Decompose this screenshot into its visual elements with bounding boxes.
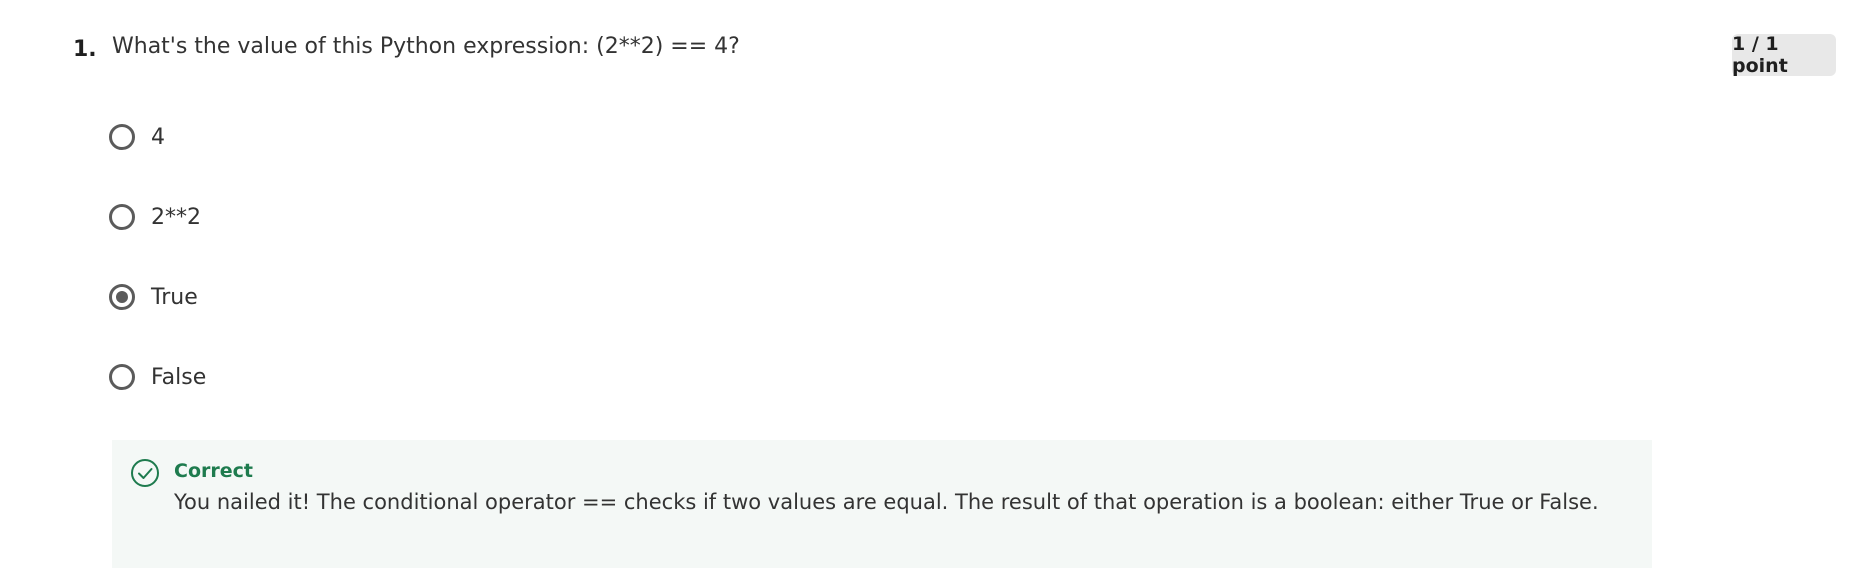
option-label: False xyxy=(151,364,207,390)
radio-button[interactable] xyxy=(109,204,135,230)
feedback-text: You nailed it! The conditional operator … xyxy=(174,490,1599,514)
check-circle-icon xyxy=(131,459,159,487)
points-badge: 1 / 1 point xyxy=(1732,33,1836,77)
question-text: What's the value of this Python expressi… xyxy=(112,34,740,59)
feedback-box: Correct You nailed it! The conditional o… xyxy=(112,440,1652,568)
radio-button[interactable] xyxy=(109,124,135,150)
option-4[interactable]: 4 xyxy=(109,120,165,154)
radio-button-selected[interactable] xyxy=(109,284,135,310)
option-false[interactable]: False xyxy=(109,360,206,394)
question-number: 1. xyxy=(73,37,97,62)
radio-button[interactable] xyxy=(109,364,135,390)
option-label: 2**2 xyxy=(151,204,201,230)
option-true[interactable]: True xyxy=(109,280,198,314)
option-label: True xyxy=(151,284,198,310)
option-2-power-2[interactable]: 2**2 xyxy=(109,200,201,234)
feedback-status: Correct xyxy=(174,460,253,482)
option-label: 4 xyxy=(151,124,165,150)
